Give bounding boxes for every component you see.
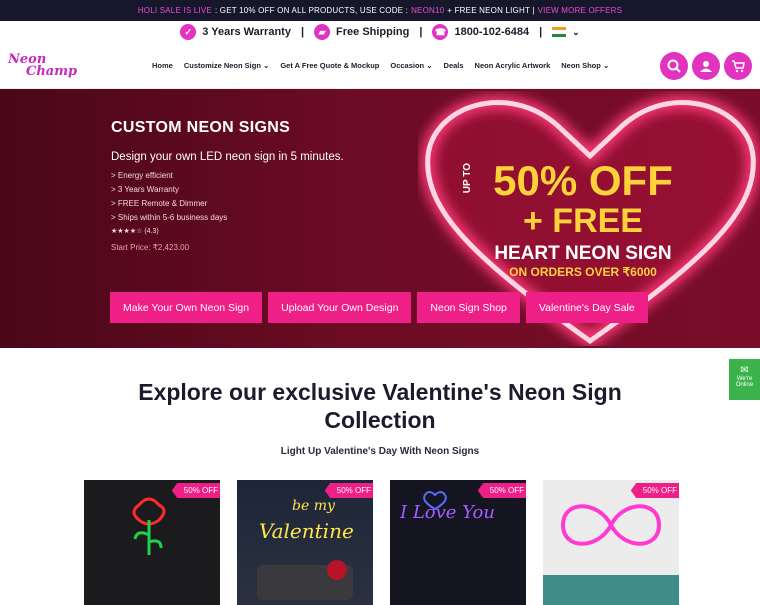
svg-text:be my: be my: [292, 498, 336, 514]
feature-list: > Energy efficient > 3 Years Warranty > …: [111, 171, 344, 222]
info-bar: ✓ 3 Years Warranty | ▰ Free Shipping | ☎…: [0, 21, 760, 43]
separator: |: [419, 26, 423, 38]
chevron-down-icon: ⌄: [426, 61, 433, 70]
warranty-info: ✓ 3 Years Warranty: [180, 24, 291, 40]
sale-label: HOLI SALE IS LIVE: [137, 6, 212, 15]
india-flag-icon: [552, 27, 567, 37]
section-title: Explore our exclusive Valentine's Neon S…: [0, 378, 760, 434]
hero-content: CUSTOM NEON SIGNS Design your own LED ne…: [111, 119, 344, 252]
product-card[interactable]: 50% OFF: [84, 480, 220, 605]
offer-discount: 50% OFF: [493, 157, 673, 204]
offer-free: + FREE: [523, 202, 643, 240]
menu-customize-label: Customize Neon Sign: [183, 61, 261, 70]
sale-extra: + FREE NEON LIGHT |: [447, 6, 535, 15]
menu: Home Customize Neon Sign ⌄ Get A Free Qu…: [152, 61, 609, 70]
offer-condition: ON ORDERS OVER ₹6000: [509, 265, 657, 279]
discount-badge: 50% OFF: [171, 483, 220, 498]
menu-customize[interactable]: Customize Neon Sign ⌄: [184, 61, 269, 70]
menu-neon-shop[interactable]: Neon Shop ⌄: [561, 61, 609, 70]
feature-item: > 3 Years Warranty: [111, 185, 179, 194]
make-own-sign-button[interactable]: Make Your Own Neon Sign: [110, 292, 263, 323]
menu-occasion-label: Occasion: [390, 61, 425, 70]
svg-text:Valentine: Valentine: [259, 519, 354, 543]
shipping-info: ▰ Free Shipping: [314, 24, 409, 40]
product-card[interactable]: 50% OFF: [543, 480, 679, 605]
chevron-down-icon: ⌄: [572, 26, 580, 37]
discount-badge: 50% OFF: [630, 483, 679, 498]
warranty-icon: ✓: [180, 24, 197, 40]
promo-code: NEON10: [411, 6, 445, 15]
section-subtitle: Light Up Valentine's Day With Neon Signs: [280, 446, 480, 457]
cta-row: Make Your Own Neon Sign Upload Your Own …: [110, 292, 648, 323]
product-card[interactable]: I Love You 50% OFF: [390, 480, 526, 605]
be-my-valentine-neon-image: be my Valentine: [257, 498, 354, 600]
neon-shop-button[interactable]: Neon Sign Shop: [417, 292, 520, 323]
love-infinity-neon-image: [543, 504, 679, 605]
hero-subtitle: Design your own LED neon sign in 5 minut…: [111, 151, 344, 163]
search-icon[interactable]: [660, 51, 688, 80]
upto-label: UP TO: [462, 163, 473, 194]
truck-icon: ▰: [314, 24, 331, 40]
feature-item: > FREE Remote & Dimmer: [111, 199, 208, 208]
chevron-down-icon: ⌄: [602, 61, 610, 70]
offer-block: UP TO 50% OFF + FREE HEART NEON SIGN ON …: [462, 157, 698, 280]
cart-icon[interactable]: [724, 51, 752, 80]
valentines-sale-button[interactable]: Valentine's Day Sale: [525, 292, 648, 323]
feature-item: > Energy efficient: [111, 171, 173, 180]
header-icons: [660, 51, 752, 80]
separator: |: [300, 26, 305, 38]
hero-title: CUSTOM NEON SIGNS: [111, 119, 291, 136]
start-price: Start Price: ₹2,423.00: [111, 243, 190, 252]
discount-badge: 50% OFF: [477, 483, 526, 498]
star-rating-icon: ★★★★☆: [111, 228, 143, 235]
section-title-line1: Explore our exclusive Valentine's Neon S…: [138, 379, 622, 405]
menu-quote[interactable]: Get A Free Quote & Mockup: [280, 61, 379, 70]
phone-icon: ☎: [432, 24, 449, 40]
product-cards: 50% OFF be my Valentine 50% OFF I Love Y…: [84, 480, 679, 605]
shipping-text: Free Shipping: [336, 26, 410, 38]
section-title-line2: Collection: [324, 407, 436, 433]
feature-item: > Ships within 5-6 business days: [111, 213, 228, 222]
rating-value: (4.3): [144, 228, 159, 235]
rose-neon-image: [132, 497, 166, 555]
menu-occasion[interactable]: Occasion ⌄: [390, 61, 432, 70]
site-logo[interactable]: Neon Champ: [8, 53, 78, 79]
svg-text:I Love You: I Love You: [399, 502, 495, 523]
collection-section: Explore our exclusive Valentine's Neon S…: [0, 378, 760, 457]
menu-home[interactable]: Home: [152, 61, 173, 70]
chat-widget[interactable]: ✉ We're Online: [729, 359, 760, 400]
sale-text: : GET 10% OFF ON ALL PRODUCTS, USE CODE …: [214, 6, 409, 15]
country-selector[interactable]: ⌄: [552, 27, 580, 38]
chevron-down-icon: ⌄: [263, 61, 270, 70]
menu-deals[interactable]: Deals: [444, 61, 464, 70]
menu-acrylic[interactable]: Neon Acrylic Artwork: [475, 61, 551, 70]
separator: |: [539, 26, 543, 38]
warranty-text: 3 Years Warranty: [202, 26, 291, 38]
view-offers-link[interactable]: VIEW MORE OFFERS: [538, 6, 623, 15]
upload-design-button[interactable]: Upload Your Own Design: [268, 292, 412, 323]
hero-banner: CUSTOM NEON SIGNS Design your own LED ne…: [0, 89, 760, 348]
phone-number[interactable]: 1800-102-6484: [454, 26, 529, 38]
menu-neon-shop-label: Neon Shop: [561, 61, 601, 70]
discount-badge: 50% OFF: [324, 483, 373, 498]
chat-line2: Online: [735, 382, 754, 388]
chat-icon: ✉: [740, 365, 749, 376]
announcement-bar: HOLI SALE IS LIVE : GET 10% OFF ON ALL P…: [0, 0, 760, 21]
offer-heart-text: HEART NEON SIGN: [494, 243, 672, 264]
i-love-you-neon-image: I Love You: [399, 491, 495, 523]
phone-info[interactable]: ☎ 1800-102-6484: [432, 24, 529, 40]
logo-line2: Champ: [26, 63, 78, 79]
product-card[interactable]: be my Valentine 50% OFF: [237, 480, 373, 605]
main-nav: Neon Champ Home Customize Neon Sign ⌄ Ge…: [0, 43, 760, 89]
user-icon[interactable]: [692, 51, 720, 80]
rating: ★★★★☆ (4.3): [111, 227, 344, 235]
